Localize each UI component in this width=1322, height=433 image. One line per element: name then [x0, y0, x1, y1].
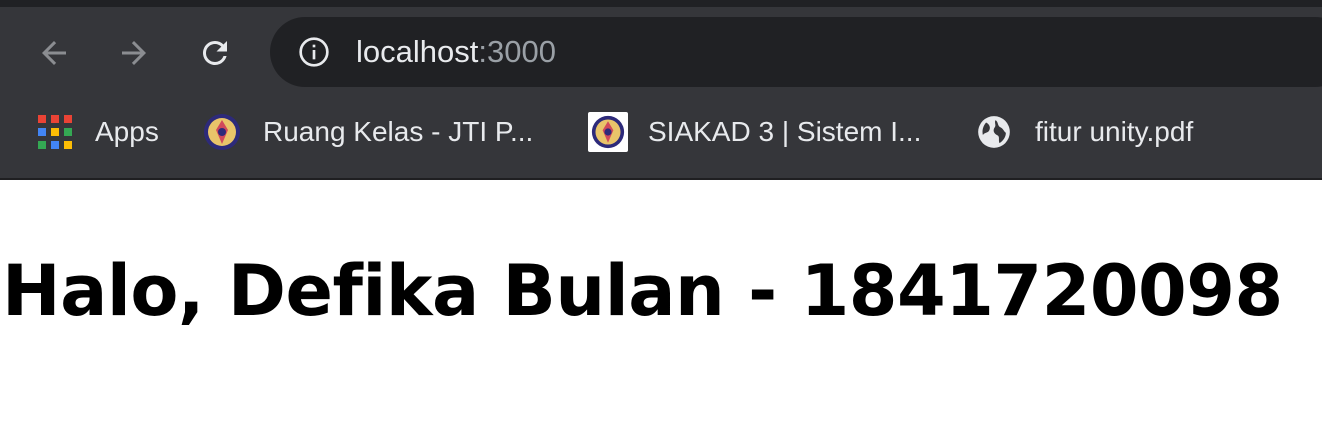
bookmark-label: Apps — [95, 116, 159, 147]
forward-button[interactable] — [114, 33, 154, 73]
toolbar-divider — [0, 178, 1322, 180]
address-bar[interactable]: localhost:3000 — [270, 17, 1322, 87]
page-heading: Halo, Defika Bulan - 1841720098 — [2, 250, 1283, 332]
bookmark-label: SIAKAD 3 | Sistem I... — [648, 116, 922, 147]
polinema-logo-icon — [588, 112, 628, 152]
bookmark-ruang-kelas[interactable]: Ruang Kelas - JTI P... — [203, 101, 533, 163]
bookmark-siakad[interactable]: SIAKAD 3 | Sistem I... — [588, 101, 921, 163]
bookmarks-bar: Apps Ruang Kelas - JTI P... SIAKAD 3 | S… — [0, 101, 1322, 179]
reload-button[interactable] — [195, 33, 235, 73]
polinema-logo-icon — [204, 114, 240, 150]
tab-strip — [0, 0, 1322, 7]
browser-toolbar: localhost:3000 — [0, 7, 1322, 101]
info-icon[interactable] — [298, 36, 330, 68]
url-host: localhost — [356, 34, 479, 69]
back-button[interactable] — [34, 33, 74, 73]
bookmark-apps[interactable]: Apps — [38, 101, 159, 163]
reload-icon — [202, 40, 227, 65]
arrow-right-icon — [122, 41, 146, 65]
url-text[interactable]: localhost:3000 — [356, 17, 556, 87]
url-port: :3000 — [478, 34, 556, 69]
bookmark-label: fitur unity.pdf — [1035, 116, 1194, 147]
arrow-left-icon — [42, 41, 66, 65]
apps-grid-icon — [38, 115, 72, 149]
bookmark-fitur-unity[interactable]: fitur unity.pdf — [975, 101, 1193, 163]
globe-icon — [978, 116, 1010, 148]
bookmark-label: Ruang Kelas - JTI P... — [263, 116, 534, 147]
